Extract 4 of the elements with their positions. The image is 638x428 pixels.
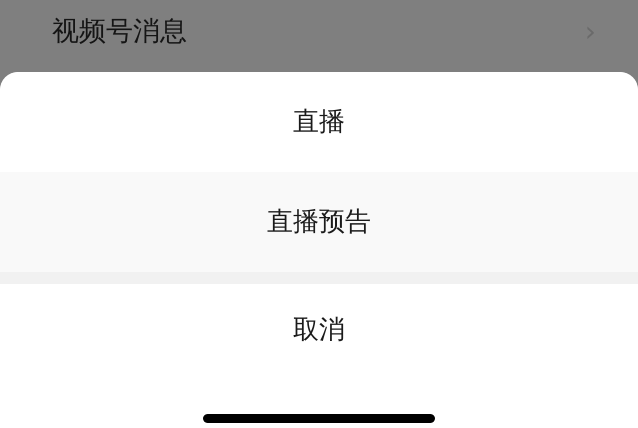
row-label: 视频号消息	[52, 14, 187, 49]
chevron-icon: ›	[584, 11, 596, 53]
sheet-option[interactable]: 直播预告	[0, 172, 638, 272]
list-row[interactable]: 视频号消息 ›	[0, 0, 638, 60]
